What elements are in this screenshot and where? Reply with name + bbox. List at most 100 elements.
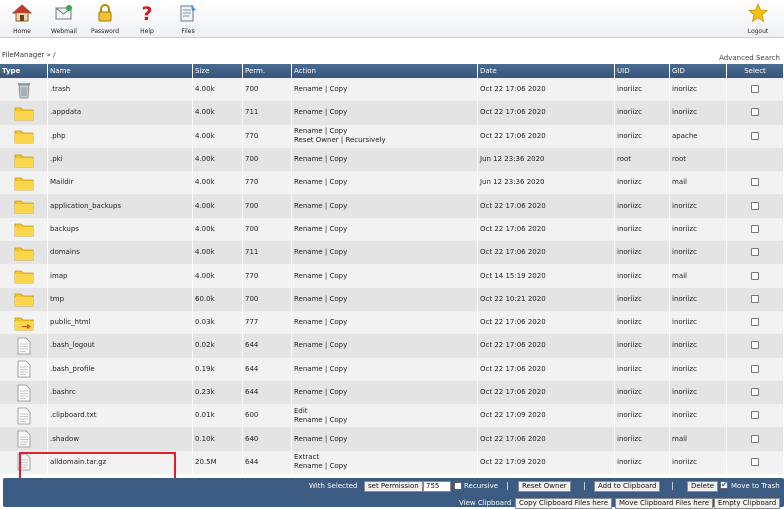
name-cell[interactable]: .bashrc: [48, 380, 193, 405]
type-cell[interactable]: [0, 171, 48, 195]
perm-cell[interactable]: 644: [243, 450, 292, 475]
perm-cell[interactable]: 777: [243, 310, 292, 335]
home-button[interactable]: Home: [1, 3, 43, 37]
name-cell[interactable]: imap: [48, 264, 193, 288]
select-checkbox[interactable]: [751, 178, 759, 187]
name-cell[interactable]: backups: [48, 217, 193, 242]
type-cell[interactable]: [0, 404, 48, 428]
select-checkbox[interactable]: [751, 294, 759, 303]
action-primary[interactable]: Rename | Copy: [294, 248, 347, 256]
perm-cell[interactable]: 770: [243, 264, 292, 288]
perm-cell[interactable]: 700: [243, 78, 292, 102]
select-checkbox[interactable]: [751, 108, 759, 117]
delete-button[interactable]: Delete: [687, 481, 718, 492]
action-primary[interactable]: Rename | Copy: [294, 435, 347, 443]
type-cell[interactable]: [0, 357, 48, 381]
perm-cell[interactable]: 700: [243, 217, 292, 242]
action-secondary[interactable]: Rename | Copy: [294, 416, 347, 424]
col-gid[interactable]: GID: [670, 64, 727, 78]
name-cell[interactable]: .bash_profile: [48, 357, 193, 381]
empty-clipboard-button[interactable]: Empty Clipboard: [714, 498, 781, 509]
col-select[interactable]: Select: [727, 64, 784, 78]
type-cell[interactable]: [0, 194, 48, 218]
type-cell[interactable]: [0, 147, 48, 172]
select-checkbox[interactable]: [751, 364, 759, 373]
action-primary[interactable]: Rename | Copy: [294, 202, 347, 210]
type-cell[interactable]: [0, 310, 48, 335]
action-primary[interactable]: Rename | Copy: [294, 365, 347, 373]
help-button[interactable]: ? Help: [126, 3, 168, 37]
action-primary[interactable]: Rename | Copy: [294, 155, 347, 163]
name-cell[interactable]: .shadow: [48, 427, 193, 451]
type-cell[interactable]: [0, 217, 48, 242]
select-checkbox[interactable]: [751, 434, 759, 443]
name-cell[interactable]: .php: [48, 124, 193, 148]
col-perm[interactable]: Perm.: [243, 64, 292, 78]
action-primary[interactable]: Edit: [294, 407, 308, 415]
recursive-checkbox[interactable]: [454, 482, 462, 490]
col-date[interactable]: Date: [478, 64, 615, 78]
select-checkbox[interactable]: [751, 271, 759, 280]
type-cell[interactable]: [0, 241, 48, 265]
select-checkbox[interactable]: [751, 411, 759, 420]
type-cell[interactable]: [0, 78, 48, 102]
type-cell[interactable]: [0, 124, 48, 148]
perm-cell[interactable]: 700: [243, 194, 292, 218]
action-primary[interactable]: Rename | Copy: [294, 108, 347, 116]
files-button[interactable]: Files: [167, 3, 209, 37]
perm-cell[interactable]: 700: [243, 147, 292, 172]
action-primary[interactable]: Rename | Copy: [294, 178, 347, 186]
perm-cell[interactable]: 644: [243, 357, 292, 381]
logout-button[interactable]: Logout: [737, 3, 779, 37]
type-cell[interactable]: [0, 101, 48, 125]
name-cell[interactable]: domains: [48, 241, 193, 265]
select-checkbox[interactable]: [751, 201, 759, 210]
perm-cell[interactable]: 600: [243, 404, 292, 428]
perm-cell[interactable]: 711: [243, 241, 292, 265]
add-to-clipboard-button[interactable]: Add to Clipboard: [594, 481, 661, 492]
col-type[interactable]: Type: [0, 64, 48, 78]
action-primary[interactable]: Rename | Copy: [294, 388, 347, 396]
webmail-button[interactable]: Webmail: [43, 3, 85, 37]
set-permission-button[interactable]: set Permission: [364, 481, 423, 492]
action-primary[interactable]: Extract: [294, 453, 319, 461]
action-primary[interactable]: Rename | Copy: [294, 127, 347, 135]
copy-clipboard-button[interactable]: Copy Clipboard Files here: [515, 498, 613, 509]
action-secondary[interactable]: Reset Owner | Recursively: [294, 136, 386, 144]
breadcrumb[interactable]: FileManager » /: [2, 51, 56, 59]
action-primary[interactable]: Rename | Copy: [294, 85, 347, 93]
name-cell[interactable]: public_html: [48, 310, 193, 335]
name-cell[interactable]: .clipboard.txt: [48, 404, 193, 428]
action-primary[interactable]: Rename | Copy: [294, 318, 347, 326]
select-checkbox[interactable]: [751, 388, 759, 396]
type-cell[interactable]: [0, 334, 48, 358]
perm-cell[interactable]: 770: [243, 124, 292, 148]
perm-cell[interactable]: 640: [243, 427, 292, 451]
type-cell[interactable]: [0, 380, 48, 405]
name-cell[interactable]: alldomain.tar.gz: [48, 450, 193, 475]
move-clipboard-button[interactable]: Move Clipboard Files here: [615, 498, 714, 509]
name-cell[interactable]: Maildir: [48, 171, 193, 195]
advanced-search-link[interactable]: Advanced Search: [719, 54, 780, 62]
name-cell[interactable]: application_backups: [48, 194, 193, 218]
reset-owner-button[interactable]: Reset Owner: [518, 481, 571, 492]
select-checkbox[interactable]: [751, 248, 759, 257]
password-button[interactable]: Password: [84, 3, 126, 37]
action-primary[interactable]: Rename | Copy: [294, 272, 347, 280]
perm-cell[interactable]: 644: [243, 334, 292, 358]
type-cell[interactable]: [0, 287, 48, 311]
type-cell[interactable]: [0, 427, 48, 451]
name-cell[interactable]: .trash: [48, 78, 193, 102]
select-checkbox[interactable]: [751, 341, 759, 350]
permission-input[interactable]: 755: [423, 481, 451, 492]
select-checkbox[interactable]: [751, 457, 759, 466]
type-cell[interactable]: [0, 264, 48, 288]
perm-cell[interactable]: 644: [243, 380, 292, 405]
perm-cell[interactable]: 770: [243, 171, 292, 195]
col-uid[interactable]: UID: [615, 64, 670, 78]
perm-cell[interactable]: 700: [243, 287, 292, 311]
select-checkbox[interactable]: [751, 131, 759, 140]
name-cell[interactable]: tmp: [48, 287, 193, 311]
move-to-trash-checkbox[interactable]: [720, 480, 728, 489]
view-clipboard-link[interactable]: View Clipboard: [459, 499, 511, 507]
